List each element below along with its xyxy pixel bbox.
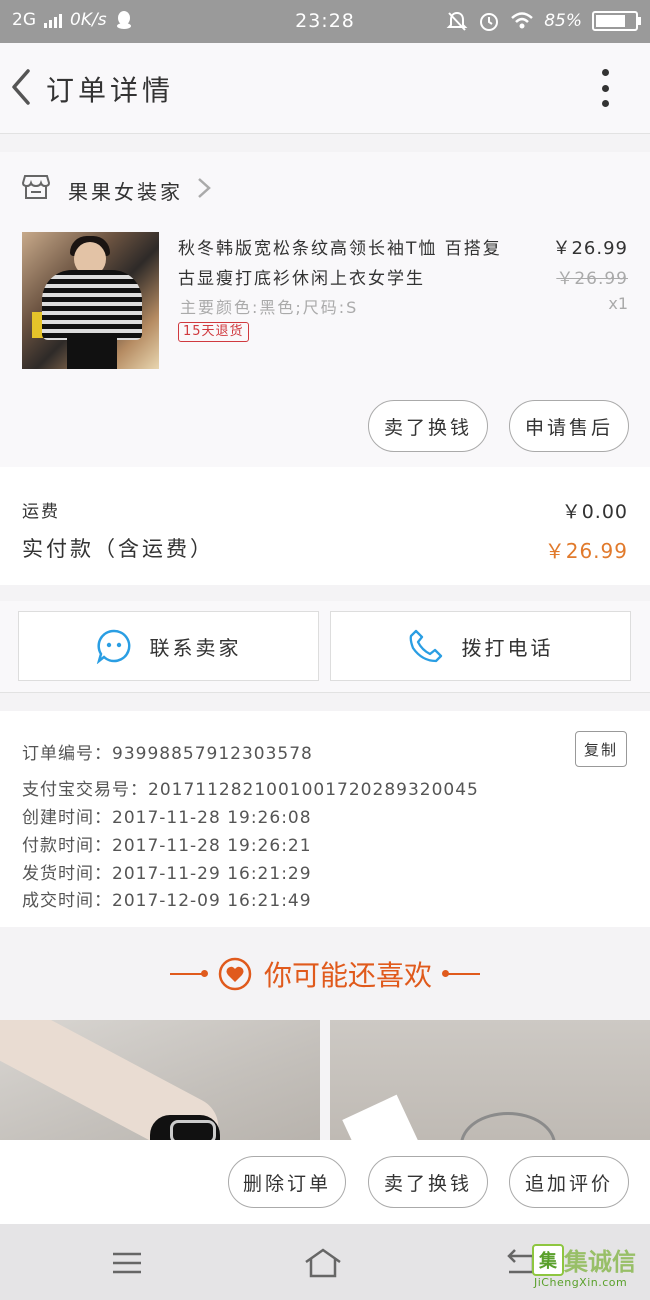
- product-item[interactable]: 秋冬韩版宽松条纹高领长袖T恤 百搭复古显瘦打底衫休闲上衣女学生 ￥26.99 ￥…: [0, 222, 650, 467]
- product-thumbnail[interactable]: [22, 232, 159, 369]
- shop-name[interactable]: 果果女装家: [68, 176, 183, 205]
- order-info: 订单编号：93998857912303578 复制 支付宝交易号：2017112…: [0, 711, 650, 927]
- recommend-item-image[interactable]: [0, 1020, 320, 1140]
- product-title[interactable]: 秋冬韩版宽松条纹高领长袖T恤 百搭复古显瘦打底衫休闲上衣女学生: [178, 234, 508, 294]
- status-bar: 2G 0K/s 23:28 85%: [0, 0, 650, 43]
- wifi-icon: [511, 12, 534, 29]
- app-header: 订单详情: [0, 43, 650, 134]
- paid-label: 实付款（含运费）: [22, 537, 214, 561]
- sell-for-cash-button[interactable]: 卖了换钱: [368, 400, 488, 452]
- after-sale-button[interactable]: 申请售后: [509, 400, 629, 452]
- fee-summary: 运费 ￥0.00 实付款（含运费） ￥26.99: [0, 467, 650, 585]
- back-arrow-icon[interactable]: [6, 65, 46, 109]
- completed-time: 成交时间：2017-12-09 16:21:49: [22, 891, 312, 911]
- heart-circle-icon: [218, 957, 252, 991]
- battery-percent: 85%: [544, 11, 582, 31]
- paid-time: 付款时间：2017-11-28 19:26:21: [22, 836, 312, 856]
- phone-icon: [409, 629, 442, 663]
- shop-bar[interactable]: 果果女装家: [0, 152, 650, 222]
- created-time: 创建时间：2017-11-28 19:26:08: [22, 808, 312, 828]
- battery-icon: [592, 11, 641, 31]
- right-decoration: [442, 970, 480, 977]
- contact-seller-label: 联系卖家: [149, 635, 242, 660]
- watermark: 集 集诚信 JiChengXin.com: [526, 1238, 646, 1294]
- contact-seller-button[interactable]: 联系卖家: [18, 611, 319, 681]
- status-right: 85%: [446, 10, 641, 32]
- left-decoration: [169, 970, 208, 977]
- product-spec: 主要颜色:黑色;尺码:S: [180, 298, 359, 317]
- copy-button[interactable]: 复制: [575, 731, 627, 767]
- return-policy-badge: 15天退货: [178, 322, 249, 342]
- order-actions: 删除订单 卖了换钱 追加评价: [0, 1140, 650, 1224]
- more-options-icon[interactable]: [590, 65, 620, 111]
- call-phone-button[interactable]: 拨打电话: [330, 611, 631, 681]
- paid-value: ￥26.99: [544, 539, 628, 563]
- contact-bar: 联系卖家 拨打电话: [0, 601, 650, 693]
- recommend-header: 你可能还喜欢: [0, 928, 650, 1020]
- shipping-label: 运费: [22, 502, 60, 522]
- chat-bubble-icon: [96, 629, 130, 664]
- recommend-title: 你可能还喜欢: [263, 959, 432, 992]
- product-quantity: x1: [608, 294, 628, 313]
- chevron-right-icon: [198, 178, 211, 198]
- recommend-title-row: 你可能还喜欢: [0, 954, 650, 994]
- page-title: 订单详情: [46, 74, 175, 107]
- call-phone-label: 拨打电话: [461, 635, 554, 660]
- home-icon[interactable]: [303, 1246, 343, 1280]
- order-number: 订单编号：93998857912303578: [22, 744, 313, 764]
- sell-for-cash-button[interactable]: 卖了换钱: [368, 1156, 488, 1208]
- alipay-trade-number: 支付宝交易号：2017112821001001720289320045: [22, 780, 479, 800]
- recommend-item-image[interactable]: [330, 1020, 650, 1140]
- shipping-value: ￥0.00: [561, 501, 628, 523]
- alarm-icon: [480, 13, 499, 31]
- add-review-button[interactable]: 追加评价: [509, 1156, 629, 1208]
- product-price: ￥26.99: [552, 238, 628, 259]
- product-original-price: ￥26.99: [556, 269, 628, 289]
- shop-icon: [22, 175, 50, 199]
- menu-icon[interactable]: [107, 1246, 147, 1280]
- watermark-brand: 集诚信: [564, 1248, 636, 1276]
- delete-order-button[interactable]: 删除订单: [228, 1156, 346, 1208]
- system-nav-bar: 集 集诚信 JiChengXin.com: [0, 1224, 650, 1300]
- mute-bell-icon: [446, 11, 468, 31]
- watermark-url: JiChengXin.com: [534, 1276, 628, 1289]
- shipped-time: 发货时间：2017-11-29 16:21:29: [22, 864, 312, 884]
